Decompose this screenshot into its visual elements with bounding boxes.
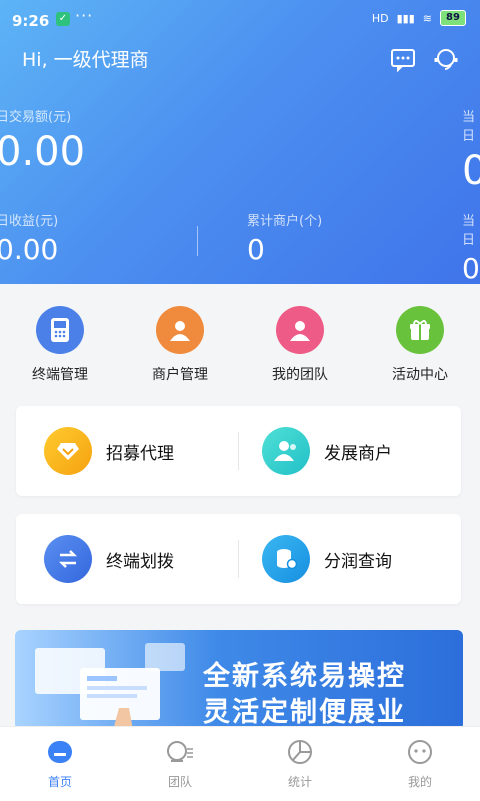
merchant-icon: [156, 306, 204, 354]
home-icon: [48, 741, 72, 763]
menu-my-team[interactable]: 我的团队: [245, 306, 355, 384]
quick-menu: 终端管理 商户管理 我的团队 活动中心: [0, 306, 480, 384]
action-card-2: 终端划拨 分润查询: [16, 514, 461, 604]
total-merchants-label: 累计商户(个): [247, 214, 323, 229]
today-stat-right-2: 当日 0: [462, 210, 480, 285]
develop-merchant-button[interactable]: 发展商户: [234, 406, 456, 496]
gift-icon: [396, 306, 444, 354]
tab-profile-label: 我的: [407, 775, 432, 789]
battery-icon: 89: [440, 10, 466, 26]
tab-statistics-label: 统计: [287, 775, 312, 789]
total-merchants-stat: 累计商户(个) 0: [247, 210, 322, 266]
today-value-right-2: 0: [462, 252, 480, 285]
action-card-1: 招募代理 发展商户: [16, 406, 461, 496]
more-icon: ···: [75, 6, 94, 25]
diamond-icon: [44, 427, 92, 475]
daily-income-stat: 日收益(元) 0.00: [0, 210, 58, 266]
users-icon: [262, 427, 310, 475]
tab-team-label: 团队: [167, 775, 192, 789]
menu-terminal-management[interactable]: 终端管理: [5, 306, 115, 384]
status-bar: 9:26 ✓ ··· HD ▮▮▮ ≋ 89: [0, 0, 480, 38]
menu-label: 终端管理: [32, 367, 88, 383]
daily-volume-stat: 日交易额(元) 0.00: [0, 106, 85, 175]
promo-banner[interactable]: 全新系统易操控 灵活定制便展业: [15, 630, 463, 730]
banner-line-2: 灵活定制便展业: [203, 697, 406, 728]
terminal-icon: [36, 306, 84, 354]
profile-icon: [408, 740, 432, 764]
banner-illustration: [35, 643, 185, 730]
today-stat-right: 当日 0: [462, 106, 480, 194]
profit-query-button[interactable]: 分润查询: [234, 514, 456, 604]
message-icon[interactable]: [390, 46, 416, 72]
tab-team[interactable]: 团队: [120, 727, 240, 801]
terminal-transfer-label: 终端划拨: [106, 551, 174, 572]
menu-label: 我的团队: [272, 367, 328, 383]
shield-icon: ✓: [56, 12, 70, 26]
daily-income-label: 日收益(元): [0, 214, 59, 229]
profit-icon: [262, 535, 310, 583]
team-icon: [276, 306, 324, 354]
menu-merchant-management[interactable]: 商户管理: [125, 306, 235, 384]
daily-volume-label: 日交易额(元): [0, 110, 72, 125]
terminal-transfer-button[interactable]: 终端划拨: [16, 514, 238, 604]
transfer-icon: [44, 535, 92, 583]
bottom-tab-bar: 首页 团队 统计 我的: [0, 726, 480, 801]
tab-home-label: 首页: [47, 775, 72, 789]
status-right: HD ▮▮▮ ≋ 89: [372, 10, 466, 26]
customer-service-icon[interactable]: [433, 46, 459, 72]
wifi-icon: ≋: [422, 11, 432, 25]
total-merchants-value: 0: [247, 233, 265, 266]
team-tab-icon: [167, 741, 193, 762]
recruit-agent-button[interactable]: 招募代理: [16, 406, 238, 496]
menu-label: 活动中心: [392, 367, 448, 383]
stats-divider: [197, 226, 198, 256]
recruit-agent-label: 招募代理: [106, 443, 174, 464]
signal-icon: ▮▮▮: [396, 11, 415, 25]
today-value-right: 0: [462, 148, 480, 194]
greeting-text: Hi, 一级代理商: [22, 49, 149, 71]
status-time: 9:26: [12, 12, 50, 30]
network-label: HD: [371, 11, 389, 25]
develop-merchant-label: 发展商户: [324, 443, 392, 464]
tab-statistics[interactable]: 统计: [240, 727, 360, 801]
today-label-right-2: 当日: [462, 214, 476, 248]
pie-chart-icon: [288, 740, 312, 764]
header-panel: 9:26 ✓ ··· HD ▮▮▮ ≋ 89 Hi, 一级代理商 日交易额(元)…: [0, 0, 480, 285]
menu-activity-center[interactable]: 活动中心: [365, 306, 475, 384]
daily-income-value: 0.00: [0, 233, 59, 266]
profit-query-label: 分润查询: [324, 551, 392, 572]
tab-profile[interactable]: 我的: [360, 727, 480, 801]
banner-line-1: 全新系统易操控: [203, 661, 406, 692]
today-label-right: 当日: [462, 110, 476, 144]
daily-volume-value: 0.00: [0, 129, 86, 175]
tab-home[interactable]: 首页: [0, 727, 120, 801]
menu-label: 商户管理: [152, 367, 208, 383]
